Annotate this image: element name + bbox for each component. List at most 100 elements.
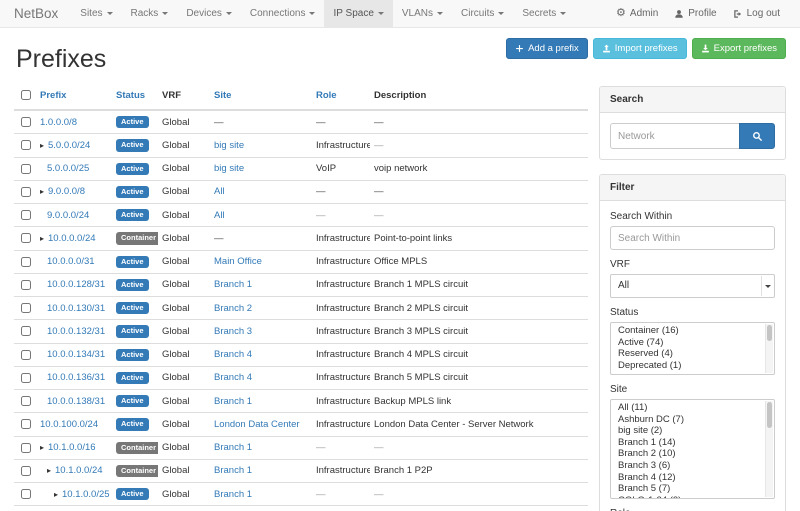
site-link[interactable]: All [214, 210, 225, 221]
prefix-link[interactable]: 10.1.0.0/24 [55, 465, 103, 476]
scrollbar[interactable] [765, 401, 773, 497]
site-link[interactable]: Branch 1 [214, 489, 252, 500]
site-link[interactable]: London Data Center [214, 419, 300, 430]
site-link[interactable]: Main Office [214, 256, 262, 267]
admin-link[interactable]: ⚙ Admin [608, 0, 666, 27]
site-link[interactable]: Branch 1 [214, 279, 252, 290]
export-prefixes-button[interactable]: Export prefixes [692, 38, 786, 59]
row-checkbox[interactable] [21, 280, 31, 290]
brand-logo[interactable]: NetBox [0, 0, 71, 27]
row-checkbox[interactable] [21, 489, 31, 499]
column-header-role[interactable]: Role [312, 86, 370, 110]
row-checkbox[interactable] [21, 373, 31, 383]
nav-vlans[interactable]: VLANs [393, 0, 452, 27]
row-checkbox[interactable] [21, 187, 31, 197]
prefix-link[interactable]: 10.0.100.0/24 [40, 419, 98, 430]
import-prefixes-button[interactable]: Import prefixes [593, 38, 687, 59]
row-checkbox[interactable] [21, 443, 31, 453]
select-all-checkbox[interactable] [21, 90, 31, 100]
logout-link[interactable]: Log out [725, 0, 788, 27]
prefix-link[interactable]: 5.0.0.0/25 [47, 163, 89, 174]
prefix-link[interactable]: 10.0.0.136/31 [47, 372, 105, 383]
prefix-link[interactable]: 10.0.0.128/31 [47, 279, 105, 290]
option[interactable]: Ashburn DC (7) [611, 414, 764, 426]
nav-sites[interactable]: Sites [71, 0, 121, 27]
row-checkbox[interactable] [21, 466, 31, 476]
option[interactable]: COLO-1-24 (3) [611, 495, 764, 499]
prefix-link[interactable]: 10.0.0.130/31 [47, 303, 105, 314]
column-header-site[interactable]: Site [210, 86, 312, 110]
row-checkbox[interactable] [21, 233, 31, 243]
status-listbox[interactable]: Container (16)Active (74)Reserved (4)Dep… [610, 322, 775, 375]
row-checkbox[interactable] [21, 257, 31, 267]
status-badge: Active [116, 418, 149, 430]
prefix-link[interactable]: 5.0.0.0/24 [48, 140, 90, 151]
nav-secrets[interactable]: Secrets [513, 0, 575, 27]
prefix-link[interactable]: 1.0.0.0/8 [40, 117, 77, 128]
search-button[interactable] [739, 123, 775, 149]
search-within-input[interactable] [610, 226, 775, 250]
row-checkbox[interactable] [21, 396, 31, 406]
nav-connections[interactable]: Connections [241, 0, 325, 27]
site-link[interactable]: Branch 1 [214, 442, 252, 453]
table-row: ▸10.1.0.0/24ContainerGlobalBranch 1Infra… [14, 459, 588, 482]
prefix-link[interactable]: 10.0.0.134/31 [47, 349, 105, 360]
role-value: Infrastructure [316, 465, 370, 476]
prefix-link[interactable]: 10.1.0.0/16 [48, 442, 96, 453]
row-checkbox[interactable] [21, 140, 31, 150]
nav-ip-space[interactable]: IP Space [324, 0, 392, 27]
chevron-down-icon [761, 276, 773, 296]
row-checkbox[interactable] [21, 164, 31, 174]
site-link[interactable]: big site [214, 140, 244, 151]
table-row: ▸10.1.0.0/25ActiveGlobalBranch 1—— [14, 483, 588, 506]
site-link[interactable]: All [214, 186, 225, 197]
chevron-down-icon [107, 12, 113, 15]
option[interactable]: big site (2) [611, 425, 764, 437]
prefix-link[interactable]: 10.0.0.0/31 [47, 256, 95, 267]
description-value: voip network [374, 163, 427, 174]
scrollbar[interactable] [765, 324, 773, 373]
option[interactable]: Active (74) [611, 337, 764, 349]
option[interactable]: All (11) [611, 402, 764, 414]
option[interactable]: Container (16) [611, 325, 764, 337]
option[interactable]: Reserved (4) [611, 348, 764, 360]
option[interactable]: Branch 1 (14) [611, 437, 764, 449]
nav-circuits[interactable]: Circuits [452, 0, 513, 27]
option[interactable]: Branch 5 (7) [611, 483, 764, 495]
site-link[interactable]: big site [214, 163, 244, 174]
site-link[interactable]: Branch 4 [214, 372, 252, 383]
site-link[interactable]: Branch 3 [214, 326, 252, 337]
site-link[interactable]: Branch 2 [214, 303, 252, 314]
row-checkbox[interactable] [21, 117, 31, 127]
top-navbar: NetBox SitesRacksDevicesConnectionsIP Sp… [0, 0, 800, 28]
row-checkbox[interactable] [21, 210, 31, 220]
nav-racks[interactable]: Racks [122, 0, 178, 27]
option[interactable]: Branch 2 (10) [611, 448, 764, 460]
profile-link[interactable]: Profile [666, 0, 724, 27]
column-header-prefix[interactable]: Prefix [36, 86, 112, 110]
filter-panel-title: Filter [600, 175, 785, 201]
row-checkbox[interactable] [21, 350, 31, 360]
column-header-status[interactable]: Status [112, 86, 158, 110]
prefix-link[interactable]: 10.0.0.132/31 [47, 326, 105, 337]
site-link[interactable]: Branch 1 [214, 396, 252, 407]
prefix-link[interactable]: 10.1.0.0/25 [62, 489, 110, 500]
row-checkbox[interactable] [21, 326, 31, 336]
site-listbox[interactable]: All (11)Ashburn DC (7)big site (2)Branch… [610, 399, 775, 499]
row-checkbox[interactable] [21, 419, 31, 429]
prefix-link[interactable]: 10.0.0.138/31 [47, 396, 105, 407]
add-prefix-button[interactable]: Add a prefix [506, 38, 588, 59]
nav-devices[interactable]: Devices [177, 0, 241, 27]
option[interactable]: Branch 4 (12) [611, 472, 764, 484]
option[interactable]: Deprecated (1) [611, 360, 764, 372]
option[interactable]: Branch 3 (6) [611, 460, 764, 472]
search-input[interactable] [610, 123, 739, 149]
expand-arrow-icon: ▸ [47, 466, 55, 475]
site-link[interactable]: Branch 1 [214, 465, 252, 476]
prefix-link[interactable]: 9.0.0.0/8 [48, 186, 85, 197]
site-link[interactable]: Branch 4 [214, 349, 252, 360]
prefix-link[interactable]: 9.0.0.0/24 [47, 210, 89, 221]
prefix-link[interactable]: 10.0.0.0/24 [48, 233, 96, 244]
row-checkbox[interactable] [21, 303, 31, 313]
vrf-select[interactable]: All [610, 274, 775, 298]
